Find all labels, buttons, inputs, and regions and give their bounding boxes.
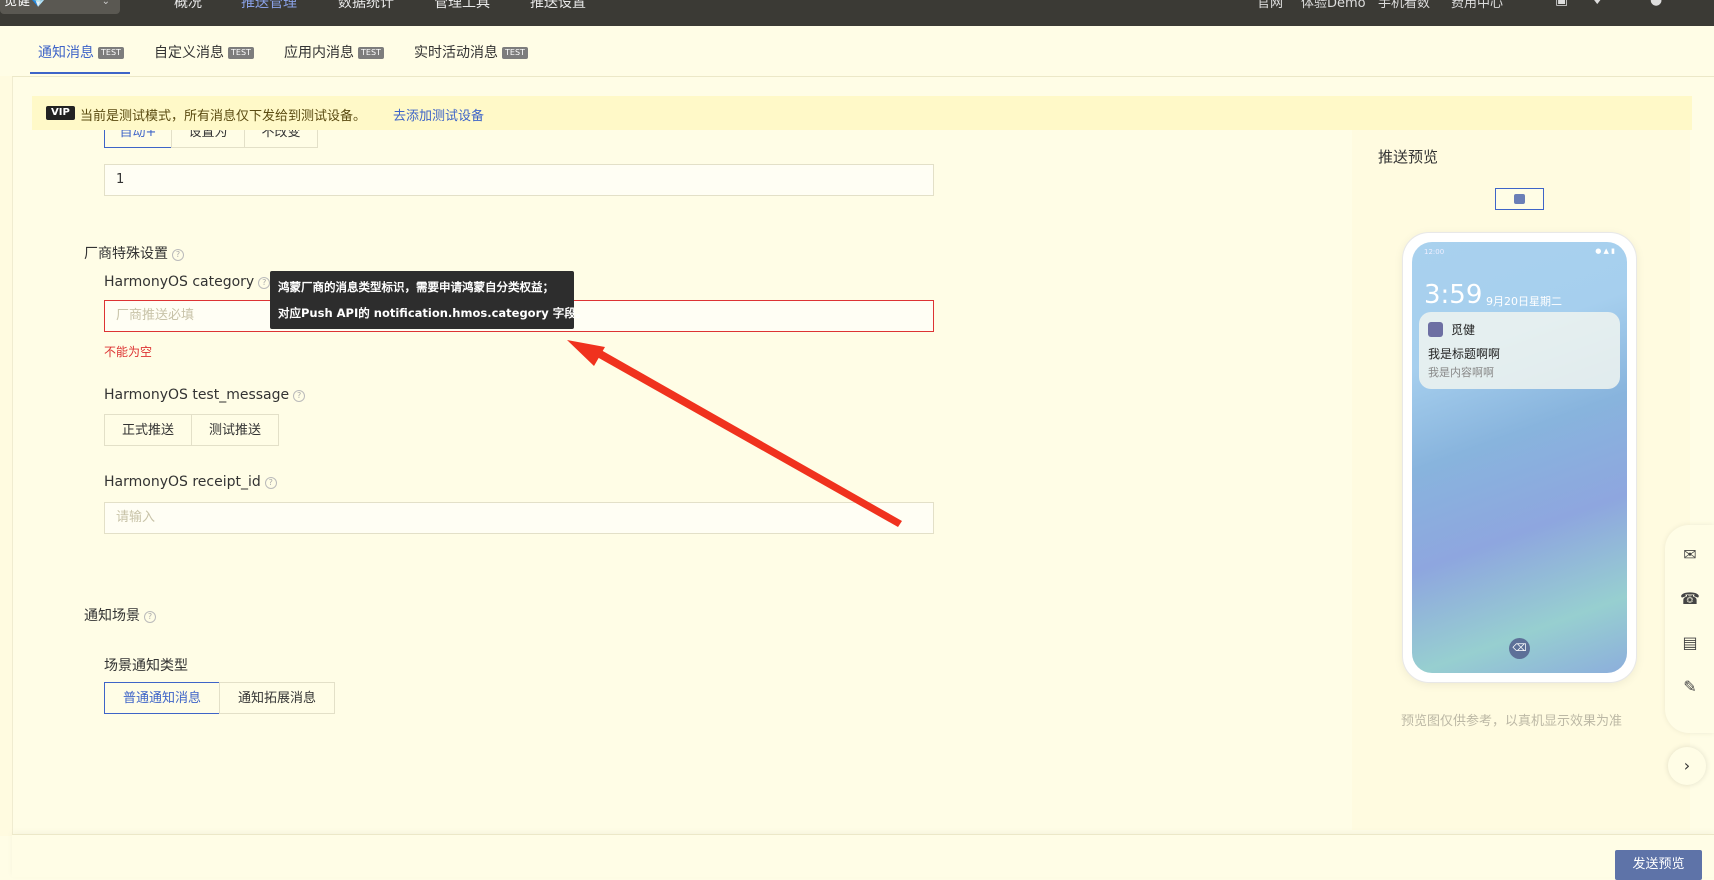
tab-label: 自定义消息 <box>154 45 224 61</box>
nav-push-settings[interactable]: 推送设置 <box>530 0 586 12</box>
tab-label: 实时活动消息 <box>414 45 498 61</box>
notification-scene-heading: 通知场景? <box>84 605 156 625</box>
harmony-category-placeholder: 厂商推送必填 <box>116 308 195 323</box>
app-icon <box>1428 322 1443 337</box>
add-test-device-link[interactable]: 去添加测试设备 <box>393 105 484 124</box>
footer-bar <box>12 834 1714 877</box>
vip-badge: VIP <box>46 106 75 120</box>
chevron-down-icon[interactable]: ⌄ <box>1675 0 1683 3</box>
phone-lock-screen: 12:00 ● ▲ ▮ 3:59 9月20日星期二 觅健 我是标题啊啊 我是内容… <box>1412 242 1627 673</box>
tab-label: 应用内消息 <box>284 45 354 61</box>
nav-overview[interactable]: 概况 <box>174 0 202 12</box>
category-help-tooltip: 鸿蒙厂商的消息类型标识，需要申请鸿蒙自分类权益； 对应Push API的 not… <box>270 271 587 329</box>
harmony-category-label-text: HarmonyOS category <box>104 274 255 290</box>
link-demo[interactable]: 体验Demo <box>1301 0 1366 11</box>
app-selector-label: 觅健💎 <box>4 0 47 9</box>
docs-book-icon[interactable]: ▤ <box>1680 633 1700 653</box>
notification-title: 我是标题啊啊 <box>1428 347 1501 361</box>
tab-in-app-message[interactable]: 应用内消息 TEST <box>284 42 384 62</box>
device-switch-button[interactable] <box>1495 188 1544 210</box>
vendor-settings-heading: 厂商特殊设置? <box>84 243 184 263</box>
harmony-test-message-label: HarmonyOS test_message? <box>104 387 306 403</box>
harmony-receipt-id-input[interactable]: 请输入 <box>104 502 934 534</box>
scene-type-label: 场景通知类型 <box>104 658 188 674</box>
help-icon[interactable]: ? <box>264 477 277 489</box>
category-error-message: 不能为空 <box>104 345 153 359</box>
formal-push-button[interactable]: 正式推送 <box>104 414 192 446</box>
tab-custom-message[interactable]: 自定义消息 TEST <box>154 42 254 62</box>
help-icon[interactable]: ? <box>144 611 156 623</box>
lock-date: 9月20日星期二 <box>1486 295 1562 308</box>
link-mobile-data[interactable]: 手机看数 <box>1378 0 1430 11</box>
tab-live-activity[interactable]: 实时活动消息 TEST <box>414 42 528 62</box>
phone-mockup: 12:00 ● ▲ ▮ 3:59 9月20日星期二 觅健 我是标题啊啊 我是内容… <box>1403 233 1636 682</box>
nav-management-tools[interactable]: 管理工具 <box>434 0 490 12</box>
test-mode-message: 当前是测试模式，所有消息仅下发给到测试设备。 <box>80 109 367 124</box>
message-type-tabs: 通知消息 TEST 自定义消息 TEST 应用内消息 TEST 实时活动消息 TEST <box>12 26 1714 77</box>
trash-icon: ⌫ <box>1509 638 1530 659</box>
badge-count-input[interactable]: 1 <box>104 164 934 196</box>
notification-content: 我是内容啊啊 <box>1428 366 1494 379</box>
status-bar-icons: ● ▲ ▮ <box>1595 247 1615 255</box>
test-badge: TEST <box>98 47 124 59</box>
tab-notification[interactable]: 通知消息 TEST <box>38 42 124 62</box>
test-badge: TEST <box>228 47 254 59</box>
top-navbar: 觅健💎 ⌄ 概况 推送管理 数据统计 管理工具 推送设置 官网 体验Demo 手… <box>0 0 1714 26</box>
help-icon[interactable]: ? <box>293 390 306 402</box>
test-mode-banner: VIP 当前是测试模式，所有消息仅下发给到测试设备。 去添加测试设备 <box>32 96 1692 130</box>
device-icon <box>1514 194 1525 204</box>
help-icon[interactable]: ? <box>172 249 184 261</box>
extended-notification-button[interactable]: 通知拓展消息 <box>219 682 335 714</box>
help-icon[interactable]: ? <box>258 277 271 289</box>
preview-disclaimer: 预览图仅供参考，以真机显示效果为准 <box>1401 714 1623 729</box>
active-tab-indicator <box>30 72 130 74</box>
collapse-toolbar-button[interactable]: › <box>1668 747 1706 785</box>
bell-icon[interactable]: ♦ <box>1591 0 1604 8</box>
app-selector[interactable]: 觅健💎 ⌄ <box>0 0 120 14</box>
link-billing[interactable]: 费用中心 <box>1451 0 1503 11</box>
nav-data-stats[interactable]: 数据统计 <box>338 0 394 12</box>
harmony-receipt-id-label-text: HarmonyOS receipt_id <box>104 474 261 490</box>
tooltip-line-2: 对应Push API的 notification.hmos.category 字… <box>278 306 588 320</box>
chevron-down-icon: ⌄ <box>101 0 110 7</box>
receipt-id-placeholder: 请输入 <box>116 510 156 525</box>
nav-push-management[interactable]: 推送管理 <box>241 0 297 12</box>
test-badge: TEST <box>358 47 384 59</box>
lock-clock: 3:59 <box>1424 280 1483 310</box>
status-bar-time: 12:00 <box>1424 248 1445 256</box>
floating-toolbar: ✉ ☎ ▤ ✎ <box>1665 525 1714 733</box>
layout-icon[interactable]: ▣ <box>1555 0 1568 8</box>
notification-app-name: 觅健 <box>1451 323 1476 337</box>
link-official-site[interactable]: 官网 <box>1257 0 1283 11</box>
notification-scene-label: 通知场景 <box>84 608 140 624</box>
test-badge: TEST <box>502 47 528 59</box>
edit-icon[interactable]: ✎ <box>1680 677 1700 697</box>
tooltip-line-1: 鸿蒙厂商的消息类型标识，需要申请鸿蒙自分类权益； <box>278 280 554 294</box>
notification-card: 觅健 我是标题啊啊 我是内容啊啊 <box>1419 312 1620 389</box>
customer-service-icon[interactable]: ☎ <box>1680 589 1700 609</box>
normal-notification-button[interactable]: 普通通知消息 <box>104 682 220 714</box>
test-push-button[interactable]: 测试推送 <box>191 414 279 446</box>
harmony-category-label: HarmonyOS category? <box>104 274 271 290</box>
wechat-icon[interactable]: ✉ <box>1680 545 1700 565</box>
preview-title: 推送预览 <box>1378 148 1439 166</box>
left-sidebar-edge <box>0 76 13 836</box>
tab-label: 通知消息 <box>38 45 94 61</box>
harmony-receipt-id-label: HarmonyOS receipt_id? <box>104 474 277 490</box>
vendor-settings-label: 厂商特殊设置 <box>84 246 168 262</box>
harmony-test-message-label-text: HarmonyOS test_message <box>104 387 290 403</box>
user-avatar-icon[interactable]: ● <box>1650 0 1662 8</box>
